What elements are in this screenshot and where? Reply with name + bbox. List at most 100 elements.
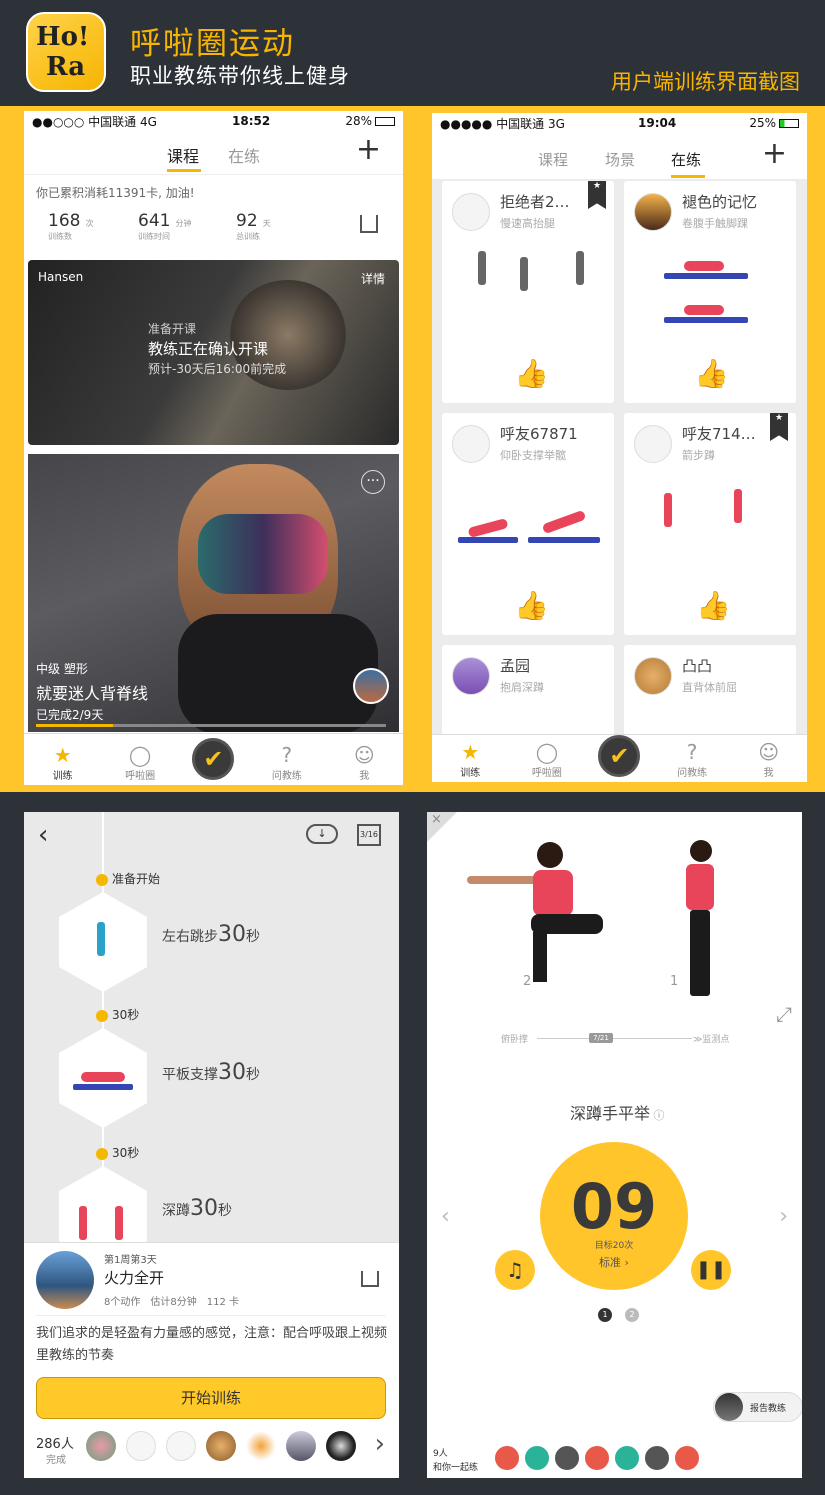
practice-card[interactable]: 呼友67871 仰卧支撑举髋 👍 [442,413,614,635]
user-avatar[interactable] [493,1444,521,1472]
bookmark-icon[interactable]: ★ [770,413,788,441]
program-progress-text: 已完成2/9天 [36,708,104,722]
practice-card[interactable]: 拒绝者2… 慢速高抬腿 ★ 👍 [442,181,614,403]
course-card[interactable]: Hansen 详情 准备开课 教练正在确认开课 预计-30天后16:00前完成 [28,260,399,445]
tabbar-me[interactable]: ☺ 我 [339,743,389,782]
frame-label: 2 [523,974,532,989]
exercise-title: 深蹲手平举 ⓘ [570,1104,665,1123]
page-dot[interactable]: 2 [625,1308,639,1322]
calendar-icon[interactable]: 3/16 [357,824,381,846]
tab-practicing[interactable]: 在练 [671,149,701,170]
user-avatar [452,425,490,463]
battery-icon [375,116,395,126]
tab-practicing[interactable]: 在练 [228,143,260,167]
caption: 用户端训练界面截图 [611,70,800,94]
thumbs-up-icon[interactable]: 👍 [514,589,549,622]
exercise-mat [664,317,748,323]
practice-card[interactable]: 孟园 抱肩深蹲 [442,645,614,745]
stat-trainings: 168 次 训练数 [48,211,94,241]
battery-level: 25% [749,116,776,130]
timeline-next[interactable]: ≫监测点 [693,1032,729,1045]
thumbs-up-icon[interactable]: 👍 [696,589,731,622]
thumbs-up-icon[interactable]: 👍 [694,357,729,390]
user-avatar[interactable] [673,1444,701,1472]
user-avatar[interactable] [553,1444,581,1472]
user-avatar[interactable] [523,1444,551,1472]
user-avatar[interactable] [613,1444,641,1472]
start-training-button[interactable]: 开始训练 [36,1377,386,1419]
detail-link[interactable]: 详情 [361,270,385,287]
user-avatar[interactable] [326,1431,356,1461]
user-avatar[interactable] [246,1431,276,1461]
user-avatar[interactable] [126,1431,156,1461]
plus-icon[interactable]: + [762,139,787,169]
exercise-mat [528,537,600,543]
prev-arrow-icon[interactable]: ‹ [441,1204,450,1229]
practice-card[interactable]: 凸凸 直背体前屈 [624,645,796,745]
music-icon[interactable]: ♫ [495,1250,535,1290]
next-arrow-icon[interactable]: › [779,1204,788,1229]
practice-card[interactable]: 呼友714… 箭步蹲 ★ 👍 [624,413,796,635]
star-icon: ★ [53,743,72,767]
step-thumbnail[interactable] [59,1028,147,1128]
check-icon[interactable]: ✔ [598,735,641,777]
user-avatar[interactable] [86,1431,116,1461]
page-dot-active[interactable]: 1 [598,1308,612,1322]
status-bar: ●●○○○ 中国联通 4G 18:52 28% [24,111,403,131]
more-icon[interactable]: ··· [361,470,385,494]
timeline-prev[interactable]: 俯卧撑 [501,1032,528,1045]
user-avatar[interactable] [166,1431,196,1461]
clock-icon [96,1009,108,1022]
user-avatar[interactable] [286,1431,316,1461]
star-icon: ★ [461,740,480,764]
tab-courses[interactable]: 课程 [167,143,199,167]
calorie-notice[interactable]: 你已累积消耗11391卡, 加油! [36,184,195,201]
check-icon[interactable]: ✔ [192,738,235,780]
thumbs-up-icon[interactable]: 👍 [514,357,549,390]
tabbar-ask[interactable]: ? 问教练 [667,740,717,779]
tabbar-hula[interactable]: ◯ 呼啦圈 [522,740,572,779]
user-avatar[interactable] [643,1444,671,1472]
carrier: ●●●●● 中国联通 3G [440,116,565,131]
clock-icon [96,1147,108,1160]
practice-card[interactable]: 褪色的记忆 卷腹手触脚踝 👍 [624,181,796,403]
close-icon[interactable]: × [431,812,442,827]
standard-link[interactable]: 标准 › [540,1254,688,1270]
plus-icon[interactable]: + [356,135,381,165]
back-icon[interactable]: ‹ [38,820,48,850]
chevron-right-icon[interactable]: › [375,1429,385,1459]
user-avatar [634,425,672,463]
circles-icon: ◯ [128,743,152,767]
tab-underline [167,169,201,172]
report-coach-button[interactable]: 报告教练 [713,1392,802,1422]
top-tabs: 课程 场景 在练 + [432,133,807,179]
user-avatar[interactable] [583,1444,611,1472]
bookmark-icon[interactable]: ★ [588,181,606,209]
pause-icon[interactable]: ❚❚ [691,1250,731,1290]
tab-courses[interactable]: 课程 [538,149,568,170]
download-icon[interactable]: ↓ [306,824,338,844]
athlete-top [198,514,328,594]
expand-icon[interactable]: ⤢ [776,1002,792,1026]
tabbar-ask[interactable]: ? 问教练 [262,743,312,782]
tabbar-train[interactable]: ★ 训练 [38,743,88,782]
exercise-figure [664,493,672,527]
step-thumbnail[interactable] [59,892,147,992]
together-count: 9人 [433,1449,448,1459]
program-card[interactable]: ··· 中级 塑形 就要迷人背脊线 已完成2/9天 [28,454,399,732]
rep-counter[interactable]: 09 目标20次 标准 › [540,1142,688,1290]
tabbar-me[interactable]: ☺ 我 [744,740,794,779]
question-icon: ? [281,743,293,767]
tab-underline [671,175,705,178]
plan-description: 我们追求的是轻盈有力量感的感觉，注意：配合呼吸跟上视频里教练的节奏 [36,1326,388,1363]
share-icon[interactable] [361,1271,379,1287]
timeline-position[interactable]: 7/21 [589,1033,613,1043]
tabbar-train[interactable]: ★ 训练 [445,740,495,779]
tab-scenes[interactable]: 场景 [605,149,635,170]
coach-avatar[interactable] [353,668,389,704]
tabbar-hula[interactable]: ◯ 呼啦圈 [115,743,165,782]
battery-icon [779,118,799,128]
bottom-tabbar: ★ 训练 ◯ 呼啦圈 ✔ ? 问教练 ☺ 我 [24,733,403,785]
user-avatar[interactable] [206,1431,236,1461]
share-icon[interactable] [360,215,378,233]
